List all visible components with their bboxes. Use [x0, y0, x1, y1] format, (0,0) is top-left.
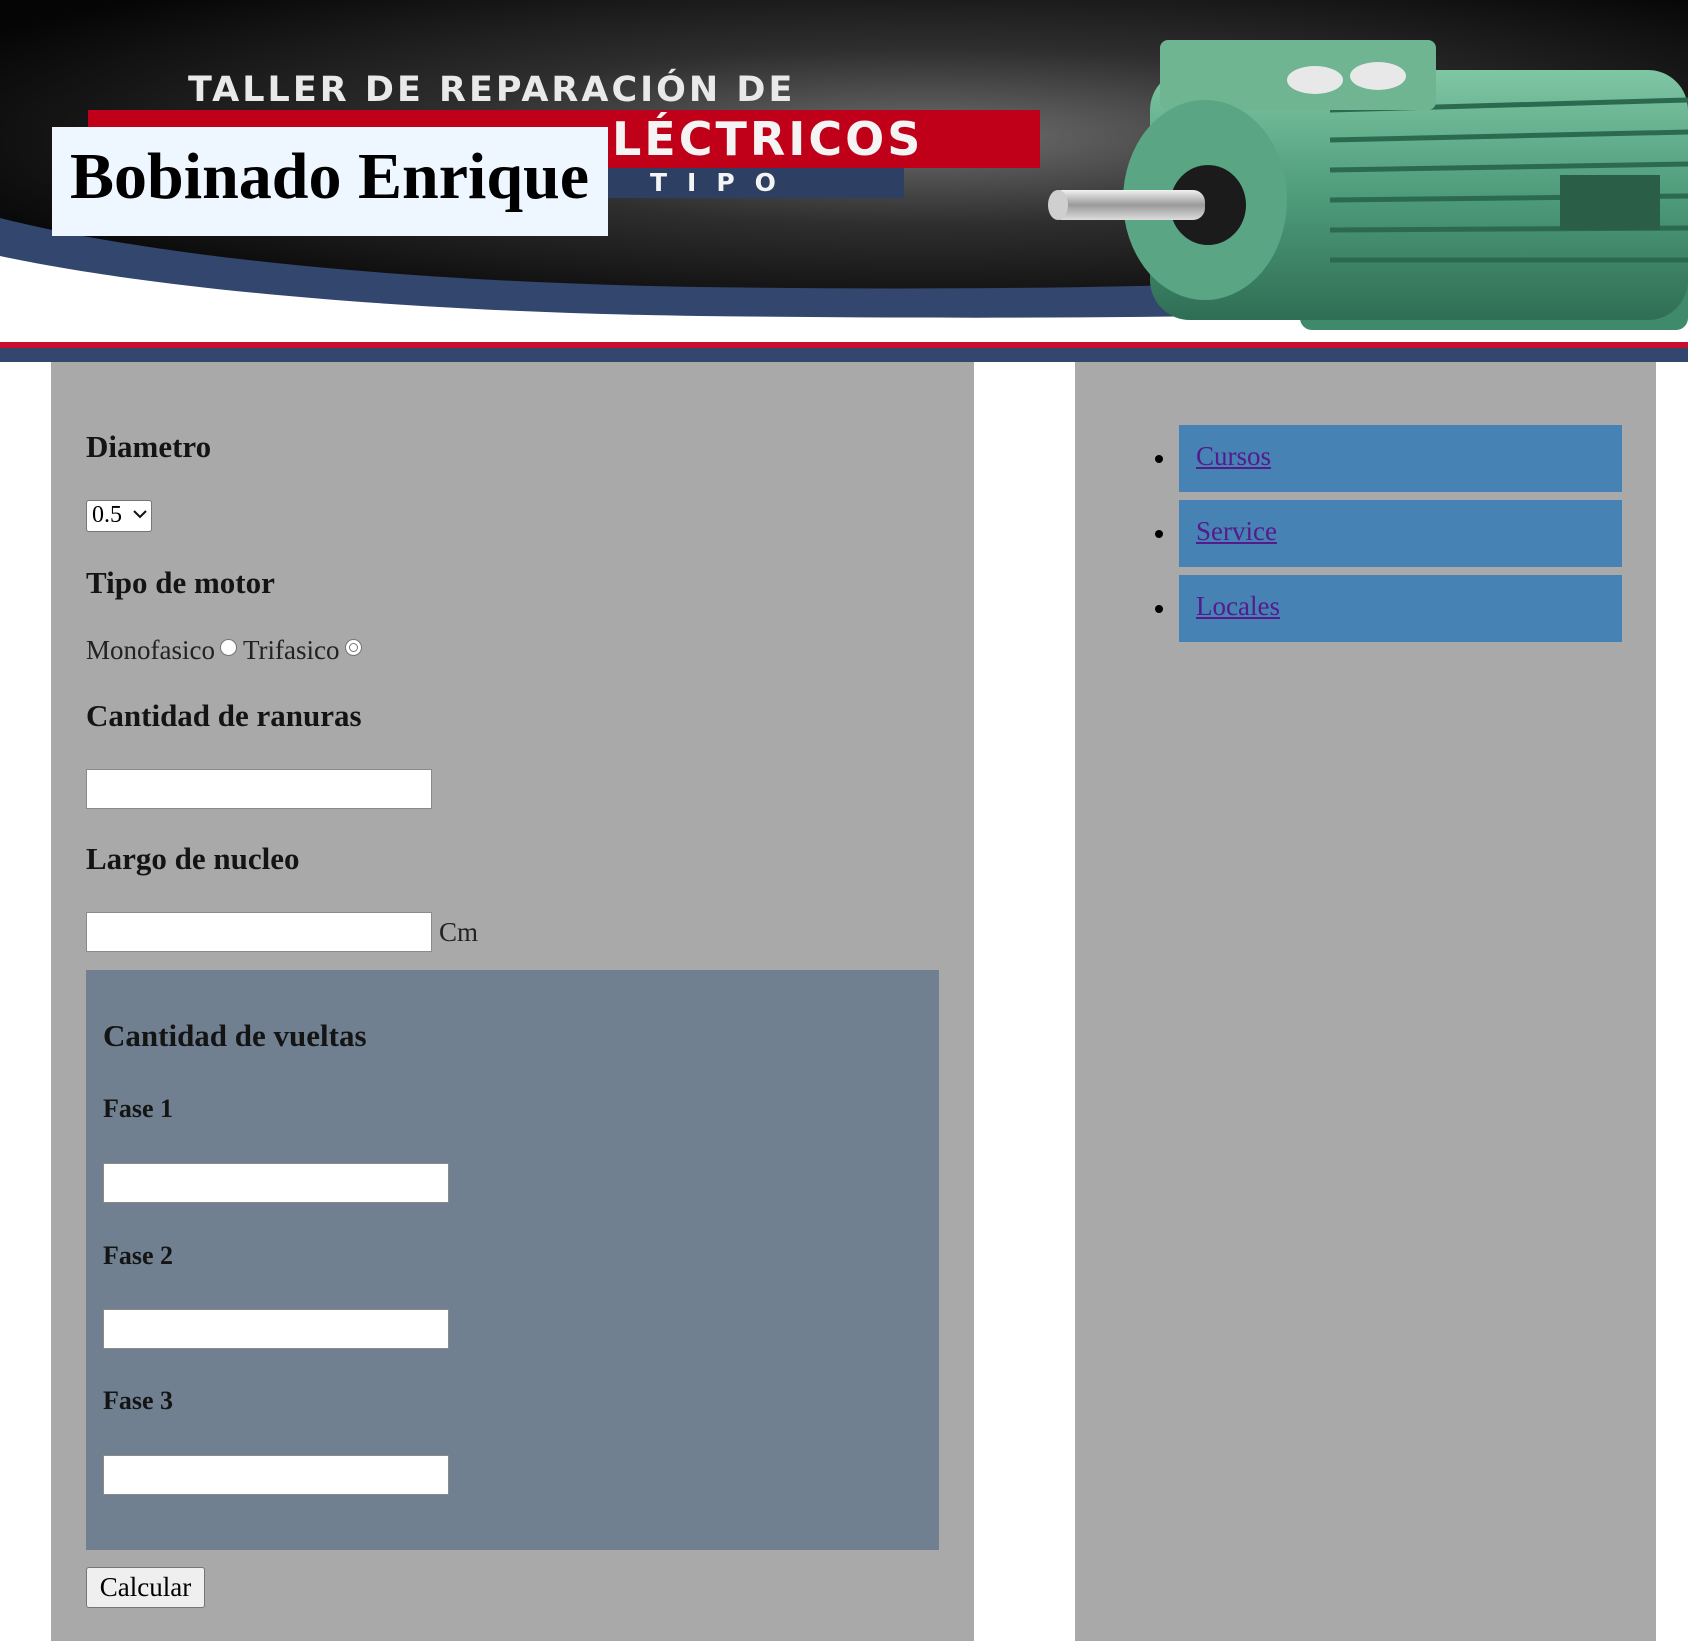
header-banner: TALLER DE REPARACIÓN DE LÉCTRICOS TIPO B… [0, 0, 1688, 362]
nav-bullet [1155, 455, 1163, 463]
diameter-select[interactable]: 0.5 [86, 500, 152, 532]
motor-type-radio-group: Monofasico Trifasico [86, 635, 368, 666]
nav-link-locales[interactable]: Locales [1196, 591, 1280, 622]
nav-link-service[interactable]: Service [1196, 516, 1277, 547]
banner-tagline-1: TALLER DE REPARACIÓN DE [188, 70, 796, 110]
phase-2-input[interactable] [103, 1309, 449, 1349]
calculate-button[interactable]: Calcular [86, 1567, 205, 1608]
monofasico-label: Monofasico [86, 635, 215, 665]
banner-tagline-3: TIPO [650, 168, 796, 197]
nav-item-service[interactable]: Service [1179, 500, 1622, 567]
core-length-label: Largo de nucleo [86, 841, 300, 876]
turns-title: Cantidad de vueltas [103, 1018, 367, 1053]
phase-1-input[interactable] [103, 1163, 449, 1203]
trifasico-label: Trifasico [242, 635, 340, 665]
nav-item-cursos[interactable]: Cursos [1179, 425, 1622, 492]
banner-tagline-2: LÉCTRICOS [612, 112, 924, 166]
diameter-select-value: 0.5 [92, 502, 122, 528]
chevron-down-icon [133, 510, 147, 519]
nav-link-cursos[interactable]: Cursos [1196, 441, 1271, 472]
core-length-unit: Cm [439, 917, 479, 947]
monofasico-radio[interactable] [219, 639, 237, 656]
nav-bullet [1155, 605, 1163, 613]
slots-input[interactable] [86, 769, 432, 809]
phase-3-label: Fase 3 [103, 1386, 174, 1415]
phase-2-label: Fase 2 [103, 1241, 174, 1270]
site-title: Bobinado Enrique [52, 127, 608, 236]
nav-item-locales[interactable]: Locales [1179, 575, 1622, 642]
nav-bullet [1155, 530, 1163, 538]
motor-type-label: Tipo de motor [86, 565, 275, 600]
phase-1-label: Fase 1 [103, 1094, 174, 1123]
slots-label: Cantidad de ranuras [86, 698, 362, 733]
diameter-label: Diametro [86, 429, 212, 464]
core-length-input[interactable] [86, 912, 432, 952]
phase-3-input[interactable] [103, 1455, 449, 1495]
trifasico-radio[interactable] [344, 639, 362, 656]
